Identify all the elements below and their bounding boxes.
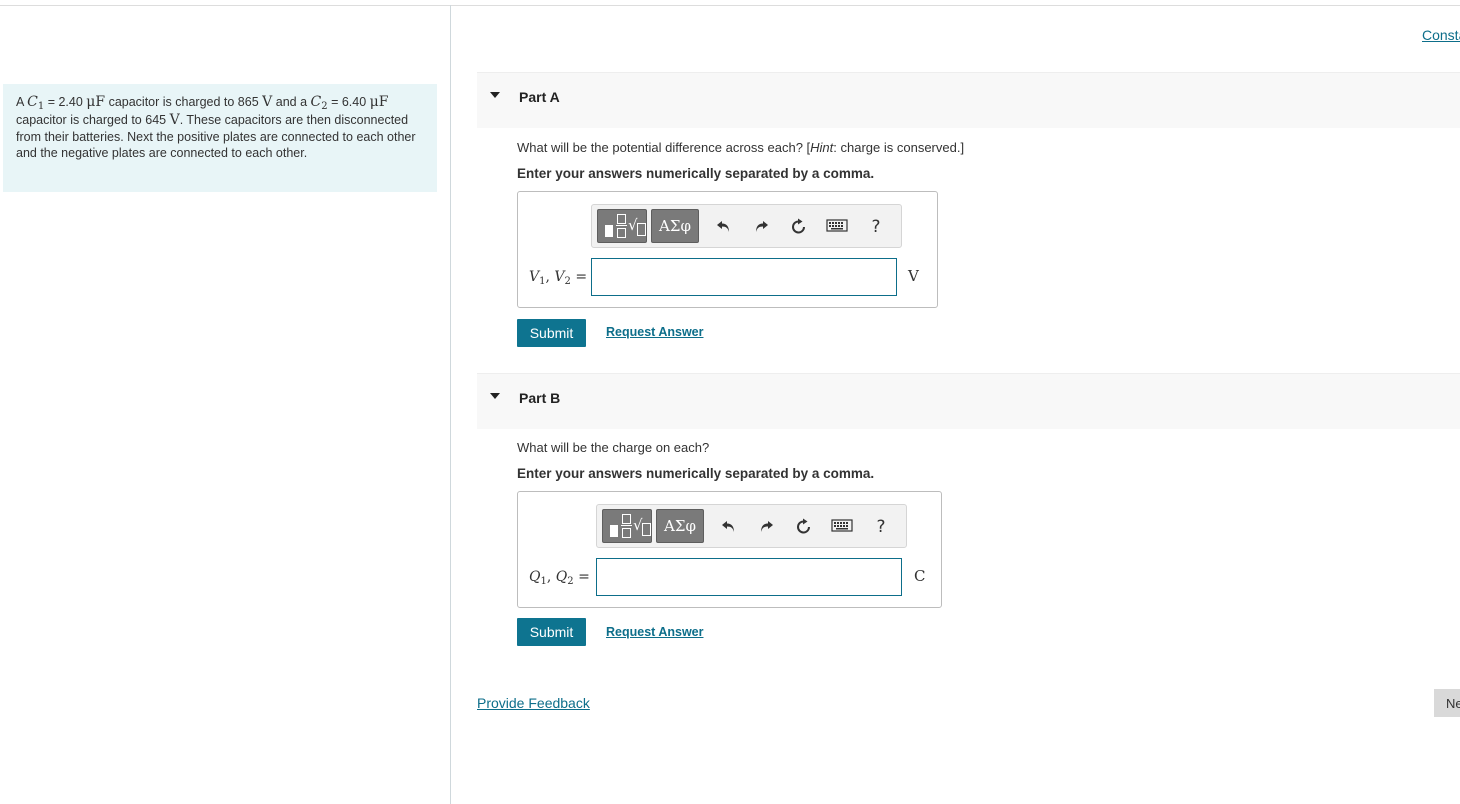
part-a-title: Part A [519, 89, 560, 105]
problem-text: capacitor is charged to 645 [16, 113, 170, 128]
unit-volt: V [262, 94, 273, 110]
problem-text: and a [272, 95, 311, 109]
part-a-unit: V [908, 267, 919, 285]
v2-variable: V [554, 269, 565, 285]
help-icon[interactable]: ? [864, 215, 888, 239]
help-icon[interactable]: ? [869, 515, 893, 539]
part-b-answer-input[interactable] [596, 558, 902, 596]
q2-subscript: 2 [567, 576, 574, 587]
greek-symbols-icon[interactable]: ΑΣφ [656, 509, 704, 543]
keyboard-icon[interactable] [825, 215, 849, 239]
caret-down-icon [490, 393, 500, 399]
redo-icon[interactable] [749, 215, 773, 239]
undo-icon[interactable] [717, 515, 741, 539]
part-a-variable-label: V1, V2 = [529, 269, 588, 287]
column-divider [450, 5, 451, 804]
templates-icon[interactable]: √ [597, 209, 647, 243]
math-toolbar: √ ΑΣφ ? [596, 504, 907, 548]
c2-variable: C [310, 94, 322, 110]
problem-text: A [16, 95, 28, 109]
reset-icon[interactable] [787, 215, 811, 239]
part-b-submit-button[interactable]: Submit [517, 618, 586, 646]
part-b-instruction: Enter your answers numerically separated… [517, 466, 875, 481]
c1-value: = 2.40 [44, 95, 87, 109]
q1-subscript: 1 [540, 576, 547, 587]
part-a-request-answer-link[interactable]: Request Answer [606, 325, 703, 339]
part-a-answer-box: √ ΑΣφ ? V1, V2 = V [517, 191, 938, 308]
redo-icon[interactable] [754, 515, 778, 539]
undo-icon[interactable] [712, 215, 736, 239]
c2-subscript: 2 [321, 101, 328, 112]
c1-subscript: 1 [37, 101, 45, 112]
caret-down-icon [490, 92, 500, 98]
c1-variable: C [27, 94, 38, 110]
part-a-answer-input[interactable] [591, 258, 897, 296]
provide-feedback-link[interactable]: Provide Feedback [477, 695, 590, 711]
q2-variable: Q [555, 569, 568, 585]
keyboard-icon[interactable] [830, 515, 854, 539]
hint-label: Hint [810, 140, 834, 155]
part-a-instruction: Enter your answers numerically separated… [517, 166, 875, 181]
unit-microfarad: μF [86, 94, 106, 110]
part-b-question: What will be the charge on each? [517, 440, 710, 455]
part-b-header[interactable]: Part B [477, 373, 1460, 429]
templates-icon[interactable]: √ [602, 509, 652, 543]
equals-sign: = [570, 269, 588, 285]
math-toolbar: √ ΑΣφ ? [591, 204, 902, 248]
v2-subscript: 2 [564, 276, 571, 287]
unit-volt: V [169, 112, 180, 129]
part-a-submit-button[interactable]: Submit [517, 319, 586, 347]
c2-value: = 6.40 [327, 95, 370, 109]
equals-sign: = [573, 569, 590, 585]
constants-link[interactable]: Consta [1422, 27, 1460, 43]
part-b-request-answer-link[interactable]: Request Answer [606, 625, 703, 639]
separator: , [546, 569, 556, 585]
question-text: : charge is conserved.] [833, 140, 965, 155]
part-b-variable-label: Q1, Q2 = [529, 569, 590, 587]
part-a-header[interactable]: Part A [477, 72, 1460, 128]
problem-statement: A C1 = 2.40 μF capacitor is charged to 8… [3, 84, 437, 192]
top-divider [0, 5, 1460, 6]
v1-subscript: 1 [539, 276, 546, 287]
question-text: What will be the potential difference ac… [517, 140, 811, 155]
part-b-title: Part B [519, 390, 561, 406]
unit-microfarad: μF [369, 94, 389, 110]
part-b-answer-box: √ ΑΣφ ? Q1, Q2 = C [517, 491, 942, 608]
q1-variable: Q [529, 569, 541, 585]
part-b-unit: C [914, 567, 926, 585]
next-button[interactable]: Next [1434, 689, 1460, 717]
part-a-question: What will be the potential difference ac… [517, 140, 964, 155]
reset-icon[interactable] [792, 515, 816, 539]
v1-variable: V [529, 269, 540, 285]
greek-symbols-icon[interactable]: ΑΣφ [651, 209, 699, 243]
problem-text: capacitor is charged to 865 [105, 95, 263, 109]
